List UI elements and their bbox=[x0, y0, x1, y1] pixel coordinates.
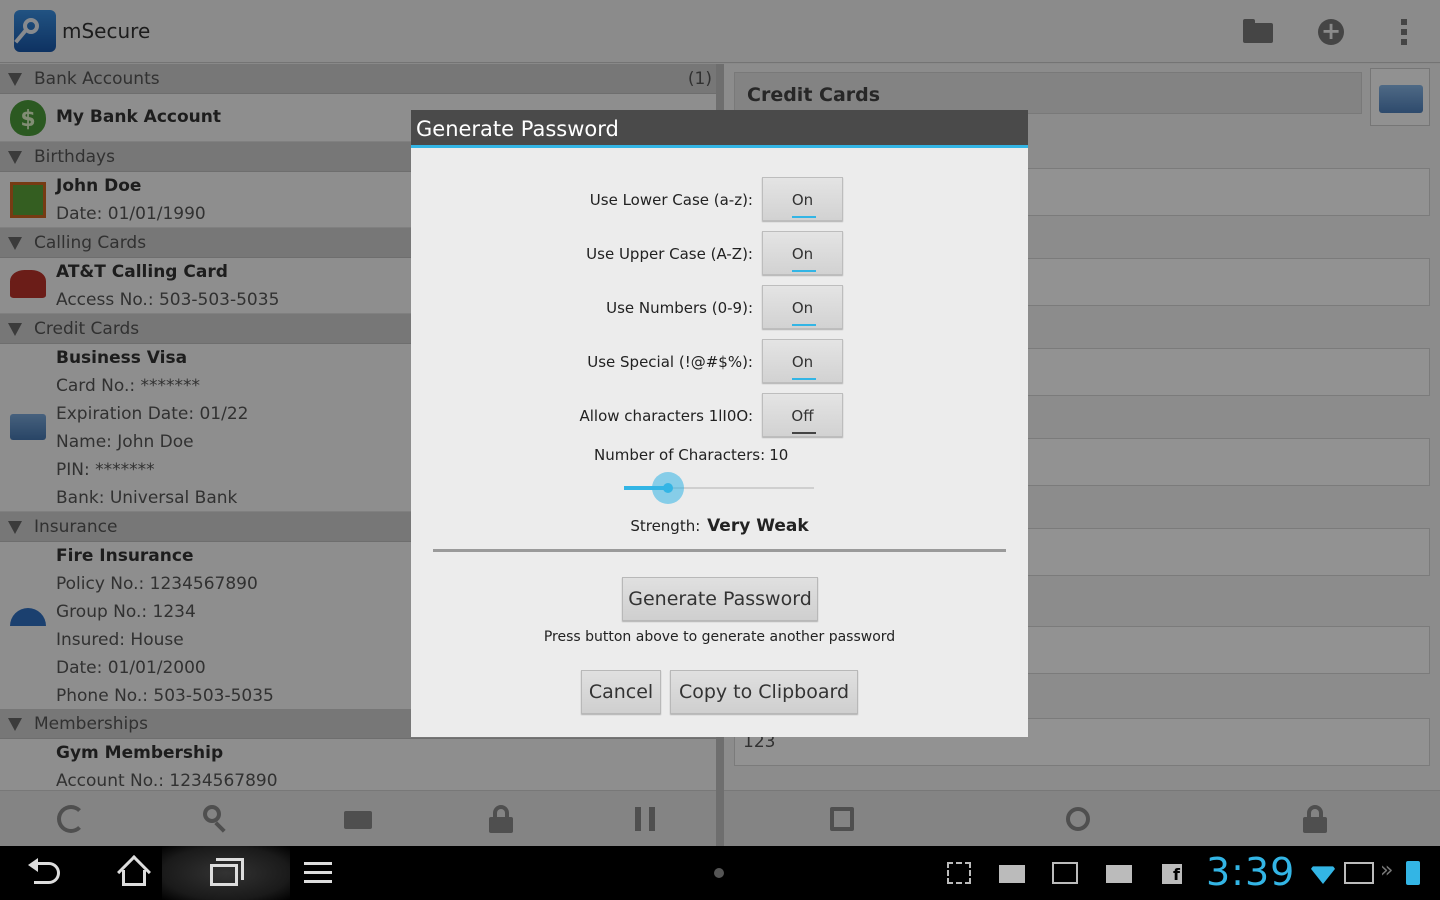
battery-icon bbox=[1406, 861, 1420, 885]
clock[interactable]: 3:39 bbox=[1206, 850, 1295, 894]
num-characters-label: Number of Characters: bbox=[594, 446, 766, 464]
wifi-icon bbox=[1309, 866, 1337, 884]
option-label-numbers: Use Numbers (0-9): bbox=[606, 299, 753, 317]
cancel-button[interactable]: Cancel bbox=[581, 670, 661, 714]
strength-value: Very Weak bbox=[707, 516, 809, 536]
strength-label: Strength: bbox=[630, 517, 701, 535]
toggle-ambiguous-chars[interactable]: Off bbox=[762, 393, 843, 437]
toggle-state: On bbox=[791, 299, 814, 317]
option-label-lowercase: Use Lower Case (a-z): bbox=[589, 191, 753, 209]
strength-row: Strength: Very Weak bbox=[411, 516, 1028, 536]
option-label-special: Use Special (!@#$%): bbox=[587, 353, 753, 371]
option-label-ambiguous-chars: Allow characters 1lI0O: bbox=[579, 407, 754, 425]
length-slider-thumb[interactable] bbox=[651, 472, 684, 504]
chevron-right-icon: » bbox=[1380, 858, 1394, 883]
option-label-uppercase: Use Upper Case (A-Z): bbox=[586, 245, 753, 263]
generate-password-dialog: Generate Password Use Lower Case (a-z): … bbox=[411, 110, 1028, 737]
nav-dot bbox=[714, 868, 724, 878]
toggle-state: Off bbox=[791, 407, 814, 425]
toggle-uppercase[interactable]: On bbox=[762, 231, 843, 275]
generate-password-button[interactable]: Generate Password bbox=[622, 577, 818, 621]
toggle-state: On bbox=[791, 191, 814, 209]
dialog-title: Generate Password bbox=[416, 117, 619, 141]
mail-icon[interactable] bbox=[999, 865, 1025, 883]
home-icon[interactable] bbox=[117, 855, 151, 889]
facebook-icon[interactable]: f bbox=[1162, 864, 1182, 884]
num-characters-row: Number of Characters: 10 bbox=[594, 446, 788, 464]
toggle-state: On bbox=[791, 353, 814, 371]
toggle-numbers[interactable]: On bbox=[762, 285, 843, 329]
image-icon[interactable] bbox=[1052, 862, 1078, 884]
system-navigation-bar: f 3:39 » bbox=[0, 846, 1440, 900]
menu-icon[interactable] bbox=[304, 862, 332, 886]
num-characters-value: 10 bbox=[769, 446, 789, 464]
dialog-titlebar: Generate Password bbox=[411, 110, 1028, 148]
generate-hint: Press button above to generate another p… bbox=[543, 629, 896, 645]
gmail-icon[interactable] bbox=[1106, 865, 1132, 883]
keyboard-icon bbox=[1344, 862, 1374, 884]
recent-apps-icon[interactable] bbox=[162, 846, 290, 900]
toggle-lowercase[interactable]: On bbox=[762, 177, 843, 221]
expand-icon[interactable] bbox=[947, 862, 971, 884]
back-icon[interactable] bbox=[28, 858, 62, 888]
copy-to-clipboard-button[interactable]: Copy to Clipboard bbox=[670, 670, 858, 714]
toggle-state: On bbox=[791, 245, 814, 263]
divider bbox=[433, 549, 1006, 552]
toggle-special[interactable]: On bbox=[762, 339, 843, 383]
